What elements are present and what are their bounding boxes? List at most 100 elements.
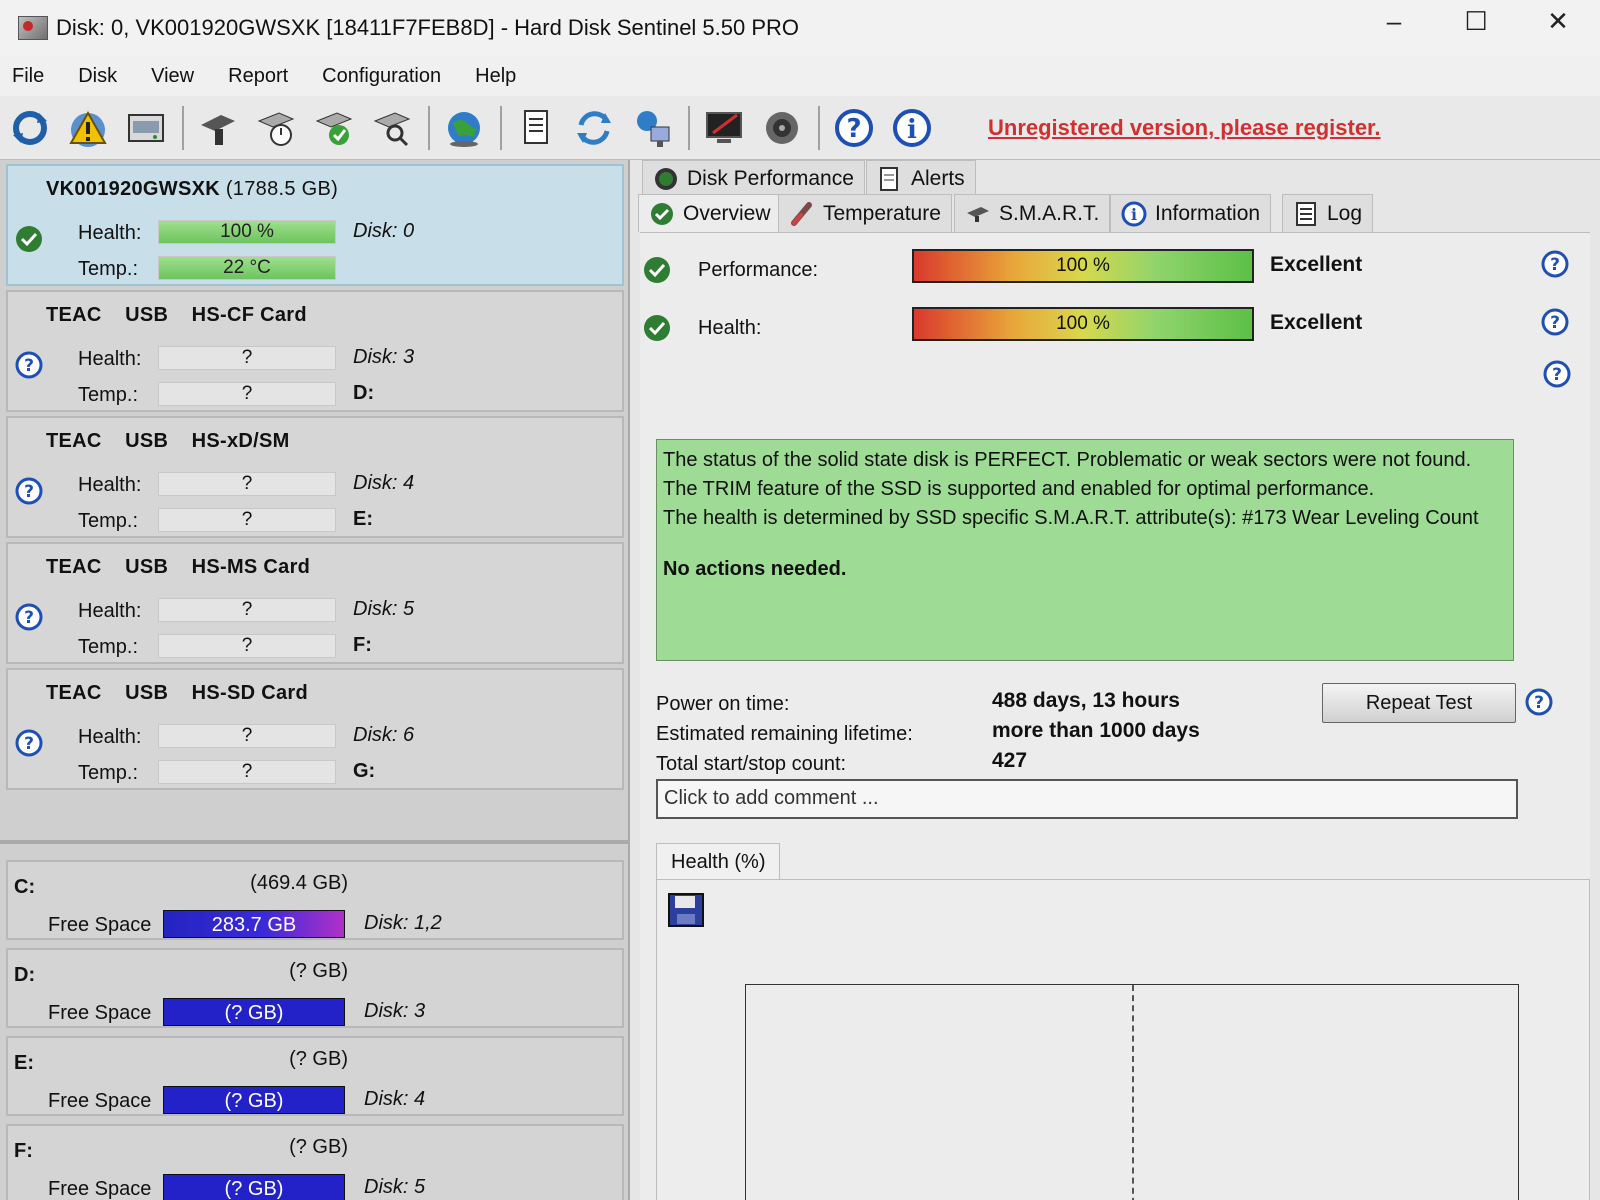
volume-size: (? GB) (289, 960, 348, 982)
volume-letter: C: (14, 876, 36, 898)
drive-letter: F: (353, 634, 372, 656)
temp-bar: ? (158, 508, 336, 532)
tab-information[interactable]: i Information (1110, 194, 1272, 232)
help-icon[interactable]: ? (1524, 687, 1554, 717)
status-line: The TRIM feature of the SSD is supported… (663, 478, 1375, 500)
tab-log[interactable]: Log (1282, 194, 1374, 232)
window-controls: – ☐ ✕ (1372, 6, 1580, 37)
disk-card[interactable]: VK001920GWSXK (1788.5 GB) Health: 100 % … (6, 164, 624, 286)
temp-bar: ? (158, 760, 336, 784)
svg-text:?: ? (846, 114, 861, 144)
minimize-button[interactable]: – (1372, 6, 1416, 37)
tab-label: Temperature (823, 201, 941, 225)
disk-tools-icon[interactable] (196, 106, 240, 150)
free-space-label: Free Space (48, 1090, 152, 1112)
tab-health-chart[interactable]: Health (%) (656, 843, 781, 881)
disk-card[interactable]: TEAC USB HS-SD Card ? Health: ? Disk: 6 … (6, 668, 624, 790)
disk-title: VK001920GWSXK (1788.5 GB) (46, 178, 339, 200)
check-icon (16, 226, 42, 252)
disk-check-icon[interactable] (312, 106, 356, 150)
svg-text:i: i (907, 115, 917, 145)
sync-icon[interactable] (572, 106, 616, 150)
volume-disk: Disk: 3 (364, 1000, 426, 1022)
tab-alerts[interactable]: Alerts (866, 160, 976, 196)
toolbar-separator (688, 105, 690, 150)
disk-clock-icon[interactable] (254, 106, 298, 150)
report-icon[interactable] (514, 106, 558, 150)
health-label: Health: (78, 348, 142, 370)
refresh-icon[interactable] (8, 106, 52, 150)
close-button[interactable]: ✕ (1536, 6, 1580, 37)
volume-letter: E: (14, 1052, 34, 1074)
alert-icon[interactable] (66, 106, 110, 150)
tab-smart[interactable]: S.M.A.R.T. (954, 194, 1111, 232)
drive-letter: E: (353, 508, 373, 530)
free-space-label: Free Space (48, 914, 152, 936)
disk-icon[interactable] (124, 106, 168, 150)
menu-configuration[interactable]: Configuration (310, 65, 463, 88)
disk-card[interactable]: TEAC USB HS-xD/SM ? Health: ? Disk: 4 Te… (6, 416, 624, 538)
question-icon: ? (15, 729, 43, 757)
svg-text:?: ? (24, 734, 34, 754)
menu-report[interactable]: Report (216, 65, 310, 88)
volume-card[interactable]: E: (? GB) Free Space (? GB) Disk: 4 (6, 1036, 624, 1116)
panel-divider[interactable] (0, 840, 628, 844)
globe-icon[interactable] (442, 106, 486, 150)
toolbar-separator (182, 105, 184, 150)
drive-letter: G: (353, 760, 376, 782)
svg-text:?: ? (24, 608, 34, 628)
menu-bar: File Disk View Report Configuration Help (0, 56, 1600, 96)
menu-file[interactable]: File (0, 65, 66, 88)
help-icon[interactable]: ? (1540, 307, 1570, 337)
start-stop-value: 427 (992, 749, 1028, 772)
power-on-value: 488 days, 13 hours (992, 689, 1180, 712)
free-space-bar: (? GB) (163, 1174, 345, 1200)
volume-card[interactable]: F: (? GB) Free Space (? GB) Disk: 5 (6, 1124, 624, 1200)
save-icon[interactable] (667, 892, 705, 928)
svg-text:i: i (1131, 205, 1137, 224)
tab-label: Disk Performance (687, 166, 854, 190)
drive-letter: D: (353, 382, 375, 404)
menu-view[interactable]: View (139, 65, 216, 88)
register-link[interactable]: Unregistered version, please register. (988, 115, 1381, 141)
volume-letter: D: (14, 964, 36, 986)
repeat-test-button[interactable]: Repeat Test (1322, 683, 1516, 723)
svg-text:?: ? (1550, 313, 1560, 333)
disk-card[interactable]: TEAC USB HS-CF Card ? Health: ? Disk: 3 … (6, 290, 624, 412)
monitor-icon[interactable] (702, 106, 746, 150)
volume-card[interactable]: C: (469.4 GB) Free Space 283.7 GB Disk: … (6, 860, 624, 940)
tab-temperature[interactable]: Temperature (778, 194, 952, 232)
health-bar: ? (158, 724, 336, 748)
disk-title: TEAC USB HS-xD/SM (46, 430, 290, 452)
speaker-icon[interactable] (760, 106, 804, 150)
disk-number: Disk: 0 (353, 220, 415, 242)
health-bar: ? (158, 598, 336, 622)
help-icon[interactable]: ? (1542, 359, 1572, 389)
question-icon: ? (15, 477, 43, 505)
tab-label: Information (1155, 201, 1261, 225)
temp-bar: ? (158, 382, 336, 406)
health-bar: ? (158, 472, 336, 496)
tab-label: Alerts (911, 166, 965, 190)
title-bar: Disk: 0, VK001920GWSXK [18411F7FEB8D] - … (0, 0, 1600, 56)
help-icon[interactable]: ? (1540, 249, 1570, 279)
maximize-button[interactable]: ☐ (1454, 6, 1498, 37)
free-space-bar: (? GB) (163, 998, 345, 1026)
menu-disk[interactable]: Disk (66, 65, 139, 88)
tab-overview[interactable]: Overview (638, 194, 782, 232)
toolbar-separator (500, 105, 502, 150)
window-title: Disk: 0, VK001920GWSXK [18411F7FEB8D] - … (56, 15, 800, 40)
free-space-label: Free Space (48, 1002, 152, 1024)
disk-search-icon[interactable] (370, 106, 414, 150)
tab-disk-performance[interactable]: Disk Performance (642, 160, 865, 196)
volume-card[interactable]: D: (? GB) Free Space (? GB) Disk: 3 (6, 948, 624, 1028)
volume-disk: Disk: 1,2 (364, 912, 442, 934)
info-icon[interactable]: i (890, 106, 934, 150)
menu-help[interactable]: Help (463, 65, 538, 88)
temp-label: Temp.: (78, 762, 139, 784)
network-icon[interactable] (630, 106, 674, 150)
disk-card[interactable]: TEAC USB HS-MS Card ? Health: ? Disk: 5 … (6, 542, 624, 664)
help-icon[interactable]: ? (832, 106, 876, 150)
comment-input[interactable]: Click to add comment ... (656, 779, 1518, 819)
volume-disk: Disk: 4 (364, 1088, 426, 1110)
